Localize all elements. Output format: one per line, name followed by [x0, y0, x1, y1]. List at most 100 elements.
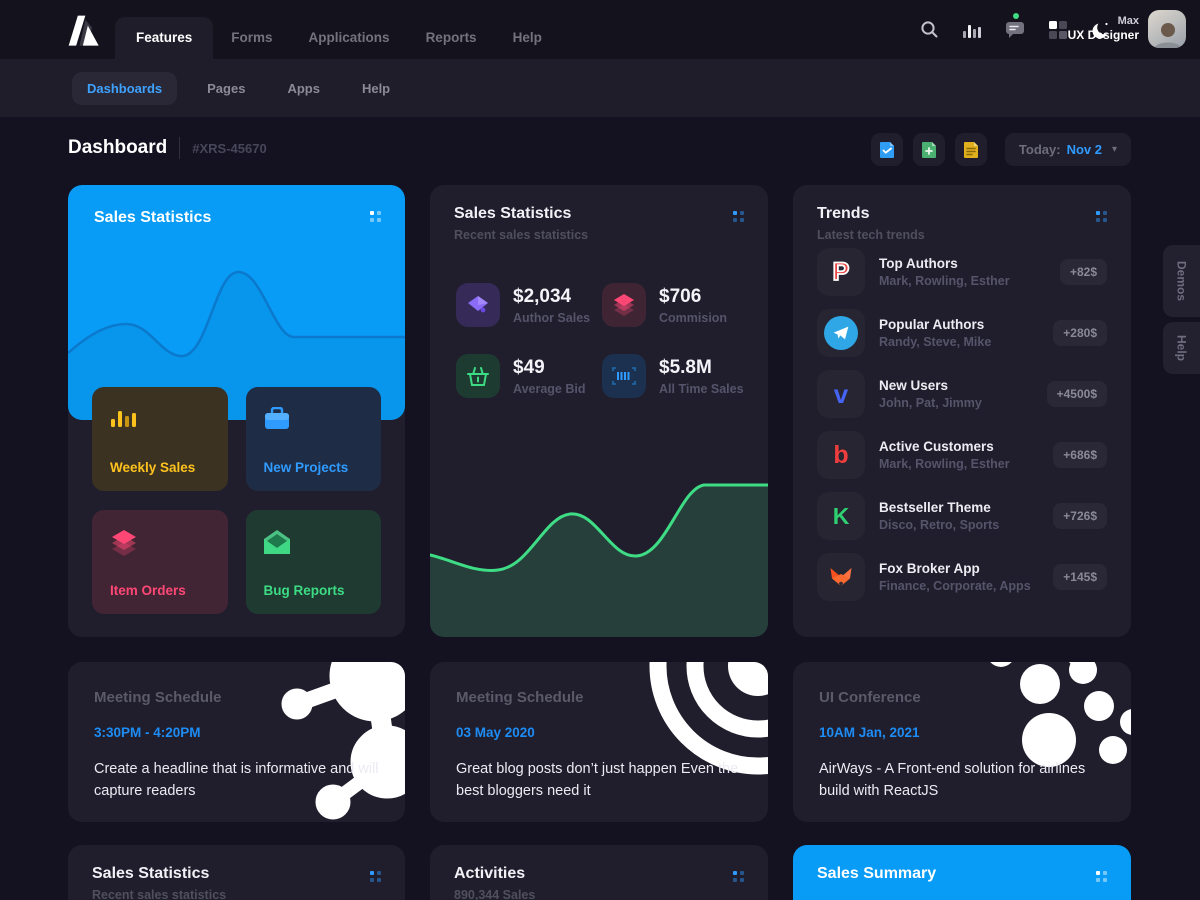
quick-tiles: Weekly Sales New Projects Item Orders — [92, 387, 381, 614]
side-tab-demos[interactable]: Demos — [1163, 245, 1200, 317]
trend-item-top-authors[interactable]: P Top Authors Mark, Rowling, Esther +82$ — [817, 248, 1107, 296]
trend-item-active-customers[interactable]: b Active Customers Mark, Rowling, Esther… — [817, 431, 1107, 479]
subnav-item-apps[interactable]: Apps — [275, 72, 332, 105]
date-picker[interactable]: Today: Nov 2 ▾ — [1005, 133, 1131, 166]
drag-handle-icon[interactable] — [733, 871, 744, 882]
messages-icon[interactable] — [1004, 19, 1026, 41]
meeting-schedule-card-1[interactable]: Meeting Schedule 3:30PM - 4:20PM Create … — [68, 662, 405, 822]
side-tab-help[interactable]: Help — [1163, 322, 1200, 374]
nav-tab-applications[interactable]: Applications — [291, 17, 408, 59]
trend-name: Bestseller Theme — [879, 500, 1039, 515]
briefcase-icon — [264, 407, 290, 431]
sales-summary-card: Sales Summary — [793, 845, 1131, 900]
trend-badge: +145$ — [1053, 564, 1107, 590]
subnav-item-help[interactable]: Help — [350, 72, 402, 105]
trend-list: P Top Authors Mark, Rowling, Esther +82$… — [817, 248, 1107, 601]
event-text: AirWays - A Front-end solution for airli… — [819, 758, 1111, 803]
tasks-doc-button[interactable] — [871, 133, 903, 166]
card-subtitle: Recent sales statistics — [92, 888, 381, 900]
nav-tab-help[interactable]: Help — [495, 17, 560, 59]
trend-item-popular-authors[interactable]: Popular Authors Randy, Steve, Mike +280$ — [817, 309, 1107, 357]
sales-chart-blue-panel: Sales Statistics — [68, 185, 405, 420]
event-time: 03 May 2020 — [456, 725, 535, 740]
card-subtitle: 890,344 Sales — [454, 888, 744, 900]
nav-tab-forms[interactable]: Forms — [213, 17, 290, 59]
date-value: Nov 2 — [1067, 142, 1102, 157]
gem-icon — [456, 283, 500, 327]
notes-doc-button[interactable] — [955, 133, 987, 166]
card-title: Sales Summary — [817, 865, 1107, 883]
tile-label: Item Orders — [110, 583, 186, 598]
logo-letter: P — [833, 258, 850, 287]
drag-handle-icon[interactable] — [1096, 211, 1107, 222]
app-logo-icon[interactable] — [62, 11, 102, 52]
analytics-bars-icon[interactable] — [961, 19, 983, 41]
subnav-item-dashboards[interactable]: Dashboards — [72, 72, 177, 105]
kickstarter-logo-icon: K — [817, 492, 865, 540]
top-bar: Features Forms Applications Reports Help — [0, 0, 1200, 59]
green-area-chart — [430, 420, 768, 637]
stat-all-time-sales: $5.8M All Time Sales — [602, 354, 748, 398]
vimeo-logo-icon: v — [817, 370, 865, 418]
trend-item-new-users[interactable]: v New Users John, Pat, Jimmy +4500$ — [817, 370, 1107, 418]
date-label: Today: — [1019, 142, 1061, 157]
telegram-logo-icon — [817, 309, 865, 357]
nav-tab-reports[interactable]: Reports — [408, 17, 495, 59]
stat-value: $706 — [659, 286, 727, 308]
logo-letter: K — [833, 503, 850, 530]
search-icon[interactable] — [918, 19, 940, 41]
p-logo-icon: P — [817, 248, 865, 296]
drag-handle-icon[interactable] — [733, 211, 744, 222]
chevron-down-icon: ▾ — [1112, 144, 1117, 155]
add-doc-button[interactable] — [913, 133, 945, 166]
stat-commision: $706 Commision — [602, 283, 748, 327]
stat-average-bid: $49 Average Bid — [456, 354, 602, 398]
b-logo-icon: b — [817, 431, 865, 479]
user-name: Max — [1068, 14, 1139, 28]
logo-letter: v — [834, 379, 848, 410]
trend-item-fox-broker-app[interactable]: Fox Broker App Finance, Corporate, Apps … — [817, 553, 1107, 601]
trend-desc: Randy, Steve, Mike — [879, 335, 1039, 349]
meeting-schedule-card-2[interactable]: Meeting Schedule 03 May 2020 Great blog … — [430, 662, 768, 822]
drag-handle-icon[interactable] — [1096, 871, 1107, 882]
tile-label: New Projects — [264, 460, 349, 475]
card-title: Sales Statistics — [92, 865, 381, 883]
event-heading: UI Conference — [819, 689, 921, 706]
trend-desc: Finance, Corporate, Apps — [879, 579, 1039, 593]
trend-desc: John, Pat, Jimmy — [879, 396, 1033, 410]
blue-wave-chart — [68, 185, 405, 420]
ui-conference-card[interactable]: UI Conference 10AM Jan, 2021 AirWays - A… — [793, 662, 1131, 822]
stat-author-sales: $2,034 Author Sales — [456, 283, 602, 327]
tile-weekly-sales[interactable]: Weekly Sales — [92, 387, 228, 491]
page-id: #XRS-45670 — [192, 141, 266, 156]
trend-desc: Mark, Rowling, Esther — [879, 274, 1046, 288]
trend-desc: Disco, Retro, Sports — [879, 518, 1039, 532]
trend-name: Fox Broker App — [879, 561, 1039, 576]
notification-dot — [1013, 13, 1019, 19]
sales-statistics-card: Sales Statistics Recent sales statistics… — [430, 185, 768, 637]
trend-name: Popular Authors — [879, 317, 1039, 332]
card-subtitle: Latest tech trends — [817, 228, 1107, 242]
trend-badge: +4500$ — [1047, 381, 1107, 407]
subnav-item-pages[interactable]: Pages — [195, 72, 257, 105]
fox-logo-icon — [817, 553, 865, 601]
tile-label: Weekly Sales — [110, 460, 195, 475]
page-title: Dashboard — [68, 137, 167, 159]
tile-item-orders[interactable]: Item Orders — [92, 510, 228, 614]
main-nav: Features Forms Applications Reports Help — [115, 0, 560, 59]
stats-grid: $2,034 Author Sales $706 Commision — [456, 283, 748, 398]
drag-handle-icon[interactable] — [370, 871, 381, 882]
nav-tab-features[interactable]: Features — [115, 17, 213, 59]
tile-new-projects[interactable]: New Projects — [246, 387, 382, 491]
avatar[interactable] — [1148, 10, 1186, 48]
trend-name: New Users — [879, 378, 1033, 393]
activities-card: Activities 890,344 Sales — [430, 845, 768, 900]
trend-name: Active Customers — [879, 439, 1039, 454]
trend-item-bestseller-theme[interactable]: K Bestseller Theme Disco, Retro, Sports … — [817, 492, 1107, 540]
apps-grid-icon[interactable] — [1047, 19, 1069, 41]
user-profile[interactable]: Max UX Designer — [1068, 10, 1186, 48]
trend-badge: +280$ — [1053, 320, 1107, 346]
trend-desc: Mark, Rowling, Esther — [879, 457, 1039, 471]
logo-letter: b — [833, 441, 848, 470]
tile-bug-reports[interactable]: Bug Reports — [246, 510, 382, 614]
